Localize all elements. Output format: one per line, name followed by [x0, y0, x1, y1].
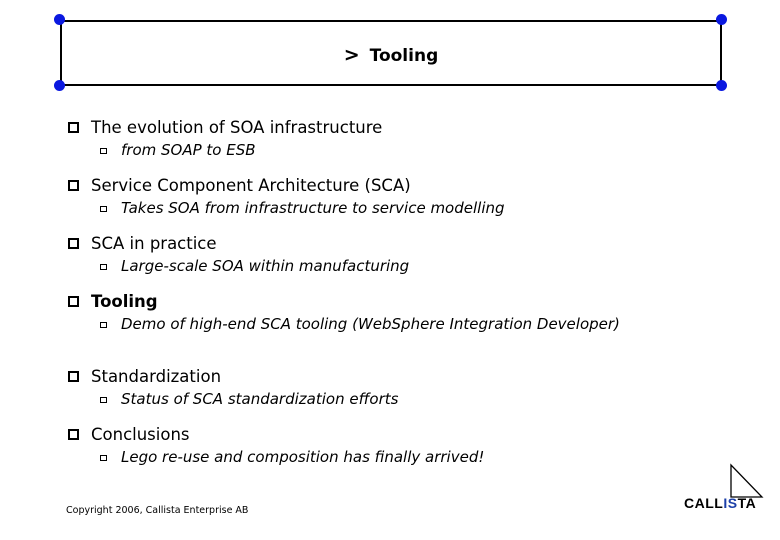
- square-bullet-icon: [68, 179, 79, 191]
- agenda-item: Conclusions Lego re-use and composition …: [68, 423, 688, 481]
- copyright-footer: Copyright 2006, Callista Enterprise AB: [66, 505, 249, 516]
- selection-handle-top-right[interactable]: [716, 14, 727, 25]
- small-square-bullet-icon: [100, 455, 107, 461]
- square-bullet-icon: [68, 370, 79, 382]
- agenda-subitem-text: Demo of high-end SCA tooling (WebSphere …: [121, 315, 620, 333]
- selection-handle-top-left[interactable]: [54, 14, 65, 25]
- agenda-heading: Tooling: [68, 290, 688, 312]
- agenda-subitem: Demo of high-end SCA tooling (WebSphere …: [100, 315, 688, 333]
- logo-text-accent: IS: [723, 495, 738, 511]
- agenda-heading-text: Standardization: [91, 366, 222, 386]
- slide-title: > Tooling: [62, 44, 720, 66]
- agenda-heading: Conclusions: [68, 423, 688, 445]
- agenda-subitem-text: from SOAP to ESB: [121, 141, 256, 159]
- agenda-item: Standardization Status of SCA standardiz…: [68, 365, 688, 423]
- square-bullet-icon: [68, 121, 79, 133]
- agenda-subitem-text: Takes SOA from infrastructure to service…: [121, 199, 505, 217]
- agenda-item: SCA in practice Large-scale SOA within m…: [68, 232, 688, 290]
- agenda-subitem: Large-scale SOA within manufacturing: [100, 257, 688, 275]
- logo-text-part: TA: [737, 495, 757, 511]
- title-text: Tooling: [369, 46, 439, 66]
- small-square-bullet-icon: [100, 322, 107, 328]
- square-bullet-icon: [68, 428, 79, 440]
- agenda-subitem-text: Lego re-use and composition has finally …: [121, 448, 485, 466]
- agenda-heading-text: SCA in practice: [91, 233, 217, 253]
- agenda-item: The evolution of SOA infrastructure from…: [68, 116, 688, 174]
- title-frame: > Tooling: [60, 20, 722, 86]
- small-square-bullet-icon: [100, 397, 107, 403]
- logo-wordmark: CALLISTA: [684, 495, 756, 511]
- selection-handle-bottom-left[interactable]: [54, 80, 65, 91]
- agenda-heading: The evolution of SOA infrastructure: [68, 116, 688, 138]
- agenda-subitem-text: Status of SCA standardization efforts: [121, 390, 399, 408]
- small-square-bullet-icon: [100, 264, 107, 270]
- agenda-heading-text: Tooling: [91, 291, 158, 311]
- agenda-item: Service Component Architecture (SCA) Tak…: [68, 174, 688, 232]
- agenda-subitem-text: Large-scale SOA within manufacturing: [121, 257, 410, 275]
- title-arrow: >: [343, 44, 360, 66]
- square-bullet-icon: [68, 237, 79, 249]
- agenda-subitem: from SOAP to ESB: [100, 141, 688, 159]
- agenda-subitem: Status of SCA standardization efforts: [100, 390, 688, 408]
- logo-text-part: CALL: [684, 495, 724, 511]
- square-bullet-icon: [68, 295, 79, 307]
- callista-logo: CALLISTA: [680, 463, 770, 513]
- small-square-bullet-icon: [100, 206, 107, 212]
- selection-handle-bottom-right[interactable]: [716, 80, 727, 91]
- agenda-subitem: Takes SOA from infrastructure to service…: [100, 199, 688, 217]
- agenda-outline: The evolution of SOA infrastructure from…: [68, 116, 688, 481]
- agenda-heading-text: Conclusions: [91, 424, 190, 444]
- agenda-heading: Service Component Architecture (SCA): [68, 174, 688, 196]
- small-square-bullet-icon: [100, 148, 107, 154]
- agenda-item-current: Tooling Demo of high-end SCA tooling (We…: [68, 290, 688, 365]
- agenda-heading: Standardization: [68, 365, 688, 387]
- agenda-heading-text: Service Component Architecture (SCA): [91, 175, 411, 195]
- agenda-heading: SCA in practice: [68, 232, 688, 254]
- agenda-heading-text: The evolution of SOA infrastructure: [91, 117, 383, 137]
- agenda-subitem: Lego re-use and composition has finally …: [100, 448, 688, 466]
